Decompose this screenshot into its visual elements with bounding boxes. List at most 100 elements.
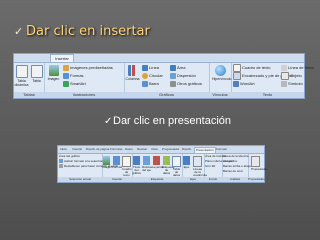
barras-arriba-button[interactable]: Barras arriba o abajo	[223, 164, 251, 168]
leyenda-button[interactable]: Leyenda	[152, 156, 164, 169]
wordart-button[interactable]: WordArt	[233, 80, 255, 88]
objeto-button[interactable]: Objeto	[281, 72, 302, 80]
group-label-graficos: Gráficos	[124, 92, 209, 98]
group-fondo: Área de trazado Plano inferior del gráfi…	[204, 154, 237, 182]
data-labels-icon	[163, 156, 170, 165]
line-chart-icon	[142, 64, 148, 71]
tab-diseno-pagina[interactable]: Diseño de página	[86, 147, 109, 152]
columna-button[interactable]: Columna	[125, 65, 140, 81]
clipart-icon	[63, 64, 69, 71]
axis-titles-icon	[143, 156, 150, 165]
table-icon	[30, 65, 43, 78]
tab-inicio[interactable]: Inicio	[60, 147, 67, 152]
tabla-dinamica-button[interactable]: Tabla dinámica	[14, 65, 29, 87]
otros-graficos-button[interactable]: Otros gráficos	[170, 80, 202, 88]
titulo-grafico-button[interactable]: Título del gráfico	[132, 156, 141, 175]
tab-programador[interactable]: Programador	[162, 147, 180, 152]
group-label-fondo: Fondo	[204, 177, 222, 182]
picture-icon	[48, 65, 59, 76]
group-label-tablas: Tablas	[14, 92, 44, 98]
picture-icon	[103, 156, 110, 165]
symbol-icon	[281, 80, 287, 87]
circular-button[interactable]: Circular	[142, 72, 163, 80]
area-button[interactable]: Área	[170, 64, 185, 72]
tab-insertar[interactable]: Insertar	[50, 54, 74, 62]
imagen-button[interactable]: Imagen	[102, 156, 112, 169]
imagenes-prediseñadas-button[interactable]: Imágenes prediseñadas	[63, 64, 113, 72]
format-selection-icon	[59, 159, 63, 164]
pie-chart-icon	[142, 72, 148, 79]
instruction-text: Dar clic en presentación	[113, 115, 232, 127]
ribbon-insert-screenshot: Insertar Tabla dinámica Tabla Tablas Ima…	[13, 53, 314, 99]
formas-button[interactable]: Formas	[63, 72, 84, 80]
axes-icon	[183, 156, 190, 165]
rotulos-eje-button[interactable]: Rótulos del eje	[142, 156, 152, 172]
area-grafico-dropdown[interactable]: Área del gráfico	[59, 154, 80, 158]
group-propiedades: Propiedades Propiedades	[248, 154, 268, 182]
group-label-vinculos: Vínculos	[209, 92, 231, 98]
linea-firma-button[interactable]: Línea de firma	[281, 64, 314, 72]
checkmark-icon: ✓	[104, 116, 113, 127]
other-charts-icon	[170, 80, 176, 87]
cuadro-texto-button[interactable]: Cuadro de texto	[233, 64, 270, 72]
group-label-insertar: Insertar	[102, 177, 132, 182]
shapes-icon	[113, 156, 120, 165]
tab-datos[interactable]: Datos	[125, 147, 133, 152]
group-label-ilustraciones: Ilustraciones	[44, 92, 124, 98]
tab-revisar[interactable]: Revisar	[137, 147, 147, 152]
barra-button[interactable]: Barra	[142, 80, 159, 88]
pivot-table-icon	[15, 65, 28, 78]
wordart-icon	[233, 80, 239, 87]
tabla-button[interactable]: Tabla	[29, 65, 44, 83]
header-footer-icon	[233, 72, 241, 80]
barras-error-button[interactable]: Barras de error	[223, 169, 243, 173]
legend-icon	[153, 156, 160, 165]
tab-formulas[interactable]: Fórmulas	[110, 147, 123, 152]
linea-button[interactable]: Línea	[142, 64, 159, 72]
group-label-seleccion: Selección actual	[58, 177, 102, 182]
tab-formato[interactable]: Formato	[216, 147, 227, 152]
group-analisis: Línea de tendencia Líneas Barras arriba …	[222, 154, 251, 182]
cuadro-texto-button[interactable]: Cuadro de texto	[122, 156, 132, 177]
reset-style-icon	[59, 164, 63, 169]
object-icon	[281, 72, 289, 80]
group-label-etiquetas: Etiquetas	[132, 177, 182, 182]
lineas-button[interactable]: Líneas	[223, 159, 232, 163]
tab-diseno[interactable]: Diseño	[182, 147, 191, 152]
smartart-button[interactable]: SmartArt	[63, 80, 86, 88]
group-etiquetas: Título del gráfico Rótulos del eje Leyen…	[132, 154, 183, 182]
giro-3d-button[interactable]: Giro 3D	[205, 164, 215, 168]
properties-icon	[251, 156, 260, 167]
imagen-button[interactable]: Imagen	[46, 65, 61, 81]
signature-icon	[281, 64, 287, 71]
simbolo-button[interactable]: Símbolo	[281, 80, 303, 88]
linea-tendencia-button[interactable]: Línea de tendencia	[223, 154, 249, 158]
group-ilustraciones: Imagen Imágenes prediseñadas Formas Smar…	[44, 63, 125, 98]
dispersion-button[interactable]: Dispersión	[170, 72, 196, 80]
area-chart-icon	[170, 64, 176, 71]
propiedades-button[interactable]: Propiedades	[251, 156, 268, 171]
group-vinculos: Hipervínculo Vínculos	[209, 63, 232, 98]
ribbon-tab-bar: Inicio Insertar Diseño de página Fórmula…	[58, 146, 264, 154]
smartart-icon	[63, 80, 69, 87]
etiquetas-datos-button[interactable]: Etiquetas de datos	[162, 156, 175, 175]
aplicar-formato-button[interactable]: Aplicar formato a la selección	[59, 159, 103, 164]
shapes-icon	[63, 72, 69, 79]
tab-vista[interactable]: Vista	[151, 147, 158, 152]
ribbon-tab-strip: Insertar	[14, 54, 304, 63]
ejes-button[interactable]: Ejes	[182, 156, 191, 169]
group-label-ejes: Ejes	[182, 177, 204, 182]
tab-insertar[interactable]: Insertar	[72, 147, 82, 152]
group-tablas: Tabla dinámica Tabla Tablas	[14, 63, 45, 98]
tab-presentacion[interactable]: Presentación	[194, 147, 216, 153]
formas-button[interactable]: Formas	[112, 156, 122, 169]
group-seleccion-actual: Área del gráfico Aplicar formato a la se…	[58, 154, 118, 182]
group-label-propiedades: Propiedades	[248, 177, 265, 182]
hipervinculo-button[interactable]: Hipervínculo	[212, 65, 231, 81]
lineas-cuadricula-button[interactable]: Líneas de la cuadrícula	[193, 156, 207, 177]
tabla-datos-button[interactable]: Tabla de datos	[172, 156, 181, 177]
checkmark-icon: ✓	[14, 26, 24, 38]
ribbon-presentacion-screenshot: Inicio Insertar Diseño de página Fórmula…	[57, 145, 268, 183]
gridlines-icon	[193, 156, 202, 167]
group-texto: Cuadro de texto Encabezado y pie de pági…	[231, 63, 314, 98]
